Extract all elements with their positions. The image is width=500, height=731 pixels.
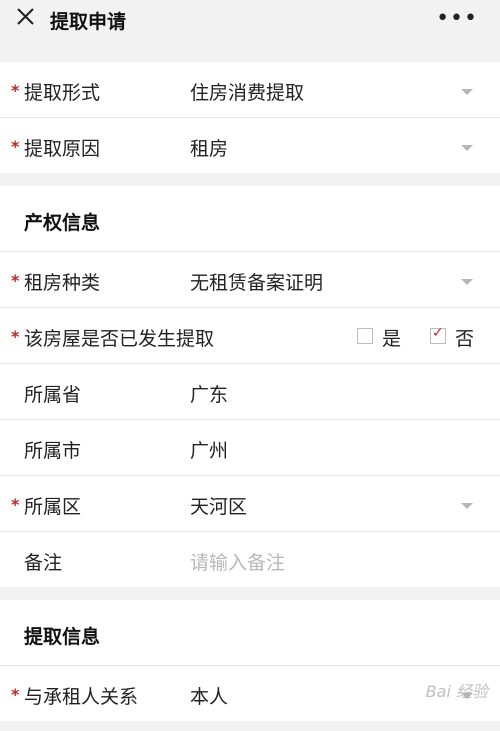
required-mark: * [11,137,20,156]
property-info-section: 产权信息 * 租房种类 无租赁备案证明 * 该房屋是否已发生提取 是 ✓ 否 所… [0,186,500,587]
page-title: 提取申请 [50,11,127,33]
section-title: 提取信息 [0,600,500,666]
rent-type-label: 租房种类 [24,272,101,294]
withdrawn-row: * 该房屋是否已发生提取 是 ✓ 否 [0,308,500,364]
required-mark: * [11,81,20,100]
withdraw-form-select[interactable]: 住房消费提取 [190,78,304,105]
remark-label: 备注 [24,552,63,574]
no-label[interactable]: 否 [455,324,474,351]
yes-label[interactable]: 是 [382,324,401,351]
required-mark: * [11,271,20,290]
yes-checkbox[interactable] [357,328,373,344]
relation-label: 与承租人关系 [24,686,139,708]
dropdown-arrow-icon[interactable] [461,279,473,285]
withdraw-info-title: 提取信息 [24,626,101,648]
relation-select[interactable]: 本人 [190,682,228,709]
relation-row[interactable]: * 与承租人关系 本人 Bai 经验 [0,666,500,721]
property-info-title: 产权信息 [24,212,101,234]
checkmark-icon: ✓ [432,325,444,341]
city-label: 所属市 [24,440,82,462]
remark-row[interactable]: 备注 请输入备注 [0,532,500,587]
baidu-watermark: Bai 经验 [425,682,488,701]
required-mark: * [11,327,20,346]
city-value: 广州 [190,440,229,462]
district-select[interactable]: 天河区 [190,492,247,519]
top-bar: 提取申请 ••• [0,0,500,42]
withdraw-info-section: 提取信息 * 与承租人关系 本人 Bai 经验 [0,600,500,721]
withdraw-reason-label: 提取原因 [24,138,101,160]
more-options-icon[interactable]: ••• [436,6,478,31]
required-mark: * [11,685,20,704]
remark-input[interactable]: 请输入备注 [190,548,285,575]
dropdown-arrow-icon[interactable] [461,89,473,95]
withdraw-form-label: 提取形式 [24,82,101,104]
city-row: 所属市 广州 [0,420,500,476]
close-icon[interactable] [14,5,38,29]
province-value: 广东 [190,384,229,406]
withdraw-reason-select[interactable]: 租房 [190,134,228,161]
no-checkbox[interactable]: ✓ [430,325,446,344]
withdraw-type-section: * 提取形式 住房消费提取 * 提取原因 租房 [0,62,500,173]
required-mark: * [11,495,20,514]
dropdown-arrow-icon[interactable] [461,145,473,151]
province-row: 所属省 广东 [0,364,500,420]
withdraw-reason-row[interactable]: * 提取原因 租房 [0,118,500,173]
province-label: 所属省 [24,384,82,406]
district-label: 所属区 [24,496,82,518]
rent-type-row[interactable]: * 租房种类 无租赁备案证明 [0,252,500,308]
section-title: 产权信息 [0,186,500,252]
withdrawn-label: 该房屋是否已发生提取 [24,328,215,350]
dropdown-arrow-icon[interactable] [461,503,473,509]
rent-type-select[interactable]: 无租赁备案证明 [190,268,323,295]
withdraw-form-row[interactable]: * 提取形式 住房消费提取 [0,62,500,118]
district-row[interactable]: * 所属区 天河区 [0,476,500,532]
